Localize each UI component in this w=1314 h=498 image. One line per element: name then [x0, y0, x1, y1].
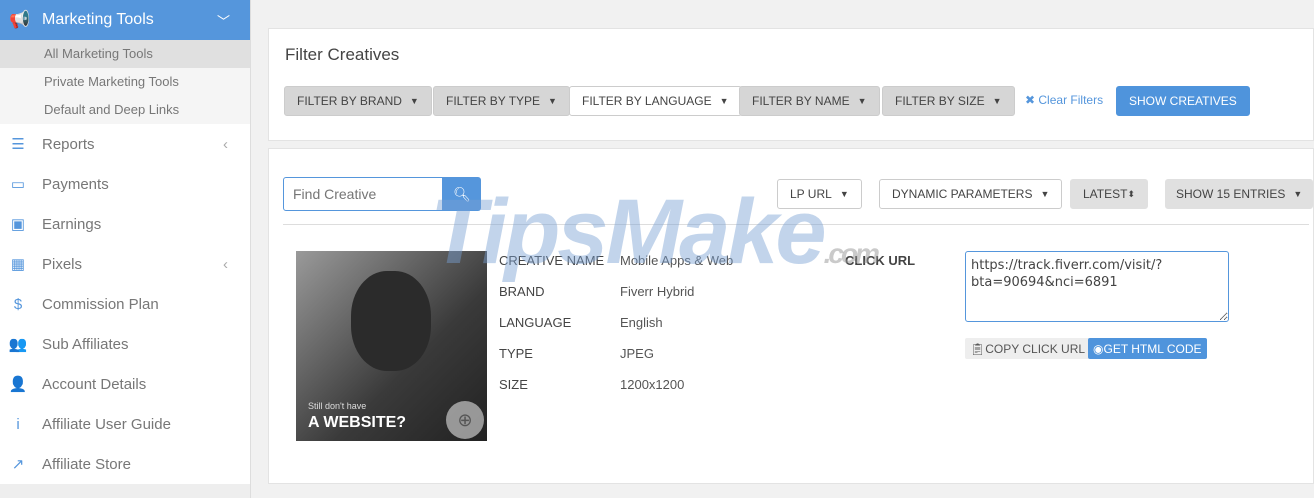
info-icon: i — [16, 415, 20, 433]
latest-sort-button[interactable]: LATEST ⬍ — [1070, 179, 1149, 209]
sort-icon: ⬍ — [1127, 188, 1136, 199]
find-creative-input[interactable] — [283, 177, 443, 211]
sidebar-item-earnings[interactable]: ▣ Earnings — [0, 204, 250, 244]
panel-title: Filter Creatives — [285, 45, 400, 64]
copy-click-url-button[interactable]: 📋︎ COPY CLICK URL — [965, 338, 1091, 359]
click-url-textarea[interactable] — [965, 251, 1229, 322]
sidebar-subitem-all[interactable]: All Marketing Tools — [0, 40, 250, 68]
value-language: English — [620, 315, 663, 330]
money-icon: ▣ — [10, 216, 26, 233]
caret-down-icon: ▼ — [409, 96, 419, 106]
label-creative-name: CREATIVE NAME — [499, 253, 605, 268]
megaphone-icon: 📢 — [9, 10, 31, 29]
zoom-in-icon[interactable]: ⊕ — [446, 401, 484, 439]
value-type: JPEG — [620, 346, 654, 361]
caret-down-icon: ▼ — [548, 96, 557, 106]
dollar-icon: $ — [13, 295, 23, 313]
search-bar: 🔍︎ — [283, 177, 481, 211]
filter-type-button[interactable]: FILTER BY TYPE ▼ — [433, 86, 570, 116]
external-link-icon: ↗ — [11, 456, 25, 473]
user-icon: 👤 — [8, 376, 28, 393]
chevron-left-icon: ‹ — [223, 255, 228, 273]
list-icon: ☰ — [11, 136, 25, 153]
label-brand: BRAND — [499, 284, 545, 299]
chevron-left-icon: ‹ — [223, 135, 228, 153]
value-brand: Fiverr Hybrid — [620, 284, 695, 299]
sidebar-item-marketing-tools[interactable]: 📢 Marketing Tools ﹀ — [0, 0, 250, 40]
sidebar-item-payments[interactable]: ▭ Payments — [0, 164, 250, 204]
caret-down-icon: ▼ — [1040, 189, 1050, 199]
dynamic-parameters-dropdown[interactable]: DYNAMIC PARAMETERS ▼ — [879, 179, 1063, 209]
click-url-label: CLICK URL — [845, 253, 916, 268]
creative-image[interactable]: Still don't have A WEBSITE? ⊕ — [296, 251, 487, 441]
search-button[interactable]: 🔍︎ — [443, 177, 481, 211]
caret-down-icon: ▼ — [857, 96, 867, 106]
sidebar-item-commission[interactable]: $ Commission Plan — [0, 284, 250, 324]
sidebar-item-account[interactable]: 👤 Account Details — [0, 364, 250, 404]
sidebar-item-store[interactable]: ↗ Affiliate Store — [0, 444, 250, 484]
show-creatives-button[interactable]: SHOW CREATIVES — [1116, 86, 1250, 116]
filter-panel: Filter Creatives FILTER BY BRAND ▼ FILTER… — [268, 28, 1314, 141]
get-html-code-button[interactable]: ◉ GET HTML CODE — [1088, 338, 1207, 359]
caret-down-icon: ▼ — [839, 189, 849, 199]
caret-down-icon: ▼ — [719, 96, 729, 106]
grid-icon: ▦ — [10, 256, 26, 273]
close-icon: ✖ — [1025, 93, 1039, 107]
image-headline: A WEBSITE? — [308, 414, 407, 431]
caret-down-icon: ▼ — [1293, 189, 1303, 199]
creatives-panel: 🔍︎ LP URL▼ DYNAMIC PARAMETERS▼ LATEST⬍ S… — [268, 148, 1314, 484]
lp-url-dropdown[interactable]: LP URL ▼ — [777, 179, 862, 209]
label-type: TYPE — [499, 346, 533, 361]
divider — [283, 224, 1309, 225]
label-language: LANGUAGE — [499, 315, 572, 330]
clear-filters-link[interactable]: ✖ Clear Filters — [1025, 93, 1103, 107]
label-size: SIZE — [499, 377, 528, 392]
search-icon: 🔍︎ — [453, 185, 471, 202]
copy-icon: 📋︎ — [970, 341, 986, 356]
value-size: 1200x1200 — [620, 377, 685, 392]
value-creative-name: Mobile Apps & Web — [620, 253, 734, 268]
sidebar-item-sub-affiliates[interactable]: 👥 Sub Affiliates — [0, 324, 250, 364]
sidebar-subitem-private[interactable]: Private Marketing Tools — [0, 68, 250, 96]
sidebar-subitem-links[interactable]: Default and Deep Links — [0, 96, 250, 124]
filter-brand-button[interactable]: FILTER BY BRAND ▼ — [284, 86, 432, 116]
filter-size-button[interactable]: FILTER BY SIZE ▼ — [882, 86, 1015, 116]
credit-card-icon: ▭ — [10, 176, 26, 193]
sidebar-item-reports[interactable]: ☰ Reports ‹ — [0, 124, 250, 164]
users-icon: 👥 — [8, 336, 28, 353]
filter-name-button[interactable]: FILTER BY NAME ▼ — [739, 86, 880, 116]
filter-language-button[interactable]: FILTER BY LANGUAGE ▼ — [569, 86, 742, 116]
image-caption: Still don't have — [308, 401, 367, 411]
sidebar-item-guide[interactable]: i Affiliate User Guide — [0, 404, 250, 444]
sidebar-item-pixels[interactable]: ▦ Pixels ‹ — [0, 244, 250, 284]
entries-dropdown[interactable]: SHOW 15 ENTRIES ▼ — [1165, 179, 1314, 209]
eye-icon: ◉ — [1093, 341, 1104, 356]
sidebar: 📢 Marketing Tools ﹀ All Marketing Tools Pr… — [0, 0, 251, 498]
chevron-down-icon: ﹀ — [216, 13, 230, 29]
caret-down-icon: ▼ — [992, 96, 1002, 106]
portrait-shape — [351, 271, 431, 371]
